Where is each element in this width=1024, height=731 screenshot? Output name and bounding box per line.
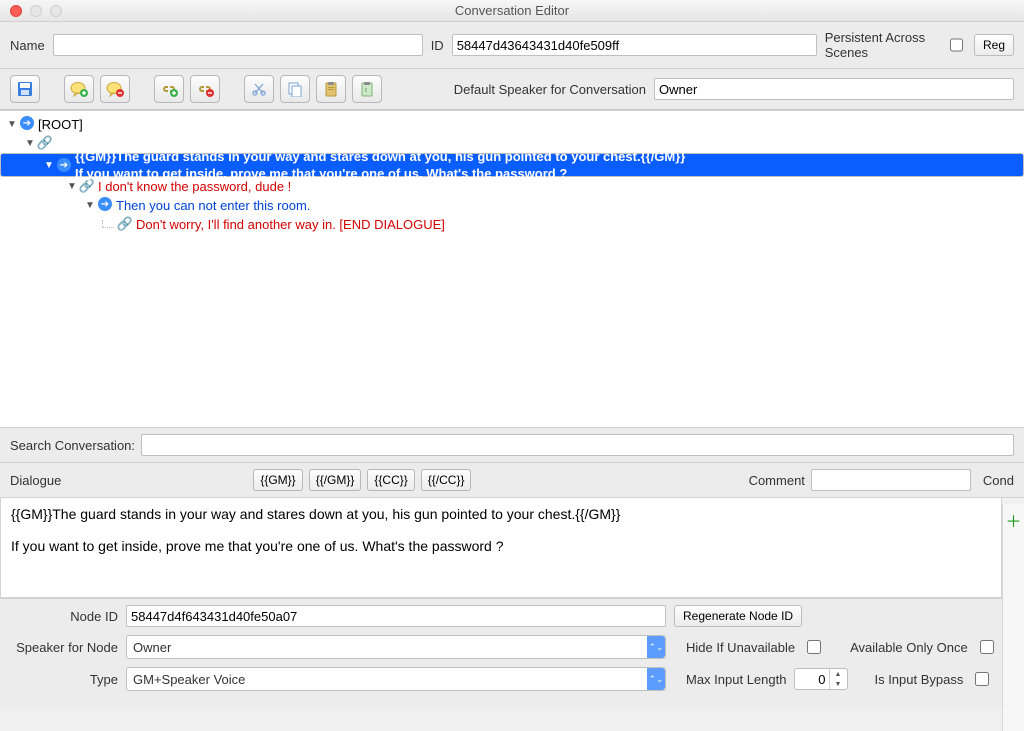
speaker-node-label: Speaker for Node — [10, 640, 118, 655]
tree-node-text: Then you can not enter this room. — [116, 197, 310, 214]
top-fields-row: Name ID Persistent Across Scenes Reg — [0, 22, 1024, 69]
disclosure-icon[interactable] — [24, 135, 36, 152]
dialogue-label: Dialogue — [10, 473, 61, 488]
tag-gm-open-button[interactable]: {{GM}} — [253, 469, 302, 491]
copy-button[interactable] — [280, 75, 310, 103]
toolbar: Default Speaker for Conversation — [0, 69, 1024, 110]
paste-link-icon — [359, 81, 375, 97]
tree-node-text-line1: {{GM}}The guard stands in your way and s… — [75, 148, 685, 165]
link-plus-icon — [160, 81, 178, 97]
type-label: Type — [10, 672, 118, 687]
tag-cc-open-button[interactable]: {{CC}} — [367, 469, 414, 491]
node-form: Node ID Regenerate Node ID Speaker for N… — [0, 598, 1024, 709]
speech-minus-icon — [106, 81, 124, 97]
stepper-up[interactable]: ▲ — [830, 669, 845, 679]
dialogue-textarea[interactable] — [0, 498, 1002, 598]
max-input-stepper[interactable]: ▲▼ — [794, 668, 848, 690]
arrow-circle-icon: ➔ — [57, 158, 71, 172]
tree-row-selected[interactable]: ➔ {{GM}}The guard stands in your way and… — [0, 153, 1024, 177]
floppy-icon — [17, 81, 33, 97]
max-input-value[interactable] — [795, 672, 829, 687]
dialogue-bar: Dialogue {{GM}} {{/GM}} {{CC}} {{/CC}} C… — [0, 463, 1024, 498]
tree-node-text: Don't worry, I'll find another way in. [… — [136, 216, 445, 233]
disclosure-icon[interactable] — [84, 197, 96, 214]
remove-node-button[interactable] — [100, 75, 130, 103]
bypass-label: Is Input Bypass — [874, 672, 963, 687]
persistent-label: Persistent Across Scenes — [825, 30, 938, 60]
arrow-circle-icon: ➔ — [98, 197, 112, 211]
arrow-circle-icon: ➔ — [20, 116, 34, 130]
id-label: ID — [431, 38, 444, 53]
window-titlebar: Conversation Editor — [0, 0, 1024, 22]
save-button[interactable] — [10, 75, 40, 103]
bypass-checkbox[interactable] — [975, 672, 989, 686]
scissors-icon — [251, 81, 267, 97]
search-input[interactable] — [141, 434, 1014, 456]
hide-unavailable-checkbox[interactable] — [807, 640, 821, 654]
persistent-checkbox[interactable] — [950, 38, 963, 52]
add-link-button[interactable] — [154, 75, 184, 103]
default-speaker-input[interactable] — [654, 78, 1014, 100]
available-once-label: Available Only Once — [850, 640, 968, 655]
chevron-updown-icon: ⌃⌄ — [647, 636, 665, 658]
type-value: GM+Speaker Voice — [133, 672, 245, 687]
speaker-node-select[interactable]: Owner ⌃⌄ — [126, 635, 666, 659]
name-label: Name — [10, 38, 45, 53]
add-node-button[interactable] — [64, 75, 94, 103]
default-speaker-label: Default Speaker for Conversation — [454, 82, 646, 97]
paste-icon — [323, 81, 339, 97]
link-icon: 🔗 — [38, 135, 52, 149]
stepper-down[interactable]: ▼ — [830, 679, 845, 689]
tree-row[interactable]: ➔ Then you can not enter this room. — [0, 196, 1024, 215]
speech-plus-icon — [70, 81, 88, 97]
tree-node-text-line2: If you want to get inside, prove me that… — [75, 165, 685, 182]
hide-unavailable-label: Hide If Unavailable — [686, 640, 795, 655]
reg-button[interactable]: Reg — [974, 34, 1014, 56]
link-minus-icon — [196, 81, 214, 97]
type-select[interactable]: GM+Speaker Voice ⌃⌄ — [126, 667, 666, 691]
nodeid-label: Node ID — [10, 609, 118, 624]
name-input[interactable] — [53, 34, 423, 56]
chevron-updown-icon: ⌃⌄ — [647, 668, 665, 690]
conversation-tree[interactable]: ➔ [ROOT] 🔗 ➔ {{GM}}The guard stands in y… — [0, 110, 1024, 428]
window-title: Conversation Editor — [0, 3, 1024, 18]
comment-input[interactable] — [811, 469, 971, 491]
link-icon: 🔗 — [118, 216, 132, 230]
nodeid-input[interactable] — [126, 605, 666, 627]
copy-icon — [287, 81, 303, 97]
disclosure-icon[interactable] — [43, 157, 55, 174]
cut-button[interactable] — [244, 75, 274, 103]
max-input-label: Max Input Length — [686, 672, 786, 687]
remove-link-button[interactable] — [190, 75, 220, 103]
tree-root[interactable]: ➔ [ROOT] — [0, 115, 1024, 134]
tree-node-label: [ROOT] — [38, 116, 83, 133]
id-input[interactable] — [452, 34, 817, 56]
available-once-checkbox[interactable] — [980, 640, 994, 654]
cond-label: Cond — [983, 473, 1014, 488]
tag-gm-close-button[interactable]: {{/GM}} — [309, 469, 362, 491]
conditions-panel: ＋ — [1002, 504, 1024, 731]
speaker-node-value: Owner — [133, 640, 171, 655]
tree-connector-icon — [102, 220, 114, 228]
add-condition-button[interactable]: ＋ — [1005, 508, 1021, 532]
search-row: Search Conversation: — [0, 428, 1024, 463]
search-label: Search Conversation: — [10, 438, 135, 453]
tag-cc-close-button[interactable]: {{/CC}} — [421, 469, 472, 491]
comment-label: Comment — [749, 473, 805, 488]
regenerate-nodeid-button[interactable]: Regenerate Node ID — [674, 605, 802, 627]
tree-row[interactable]: 🔗 Don't worry, I'll find another way in.… — [0, 215, 1024, 234]
paste-link-button[interactable] — [352, 75, 382, 103]
disclosure-icon[interactable] — [6, 116, 18, 133]
paste-button[interactable] — [316, 75, 346, 103]
